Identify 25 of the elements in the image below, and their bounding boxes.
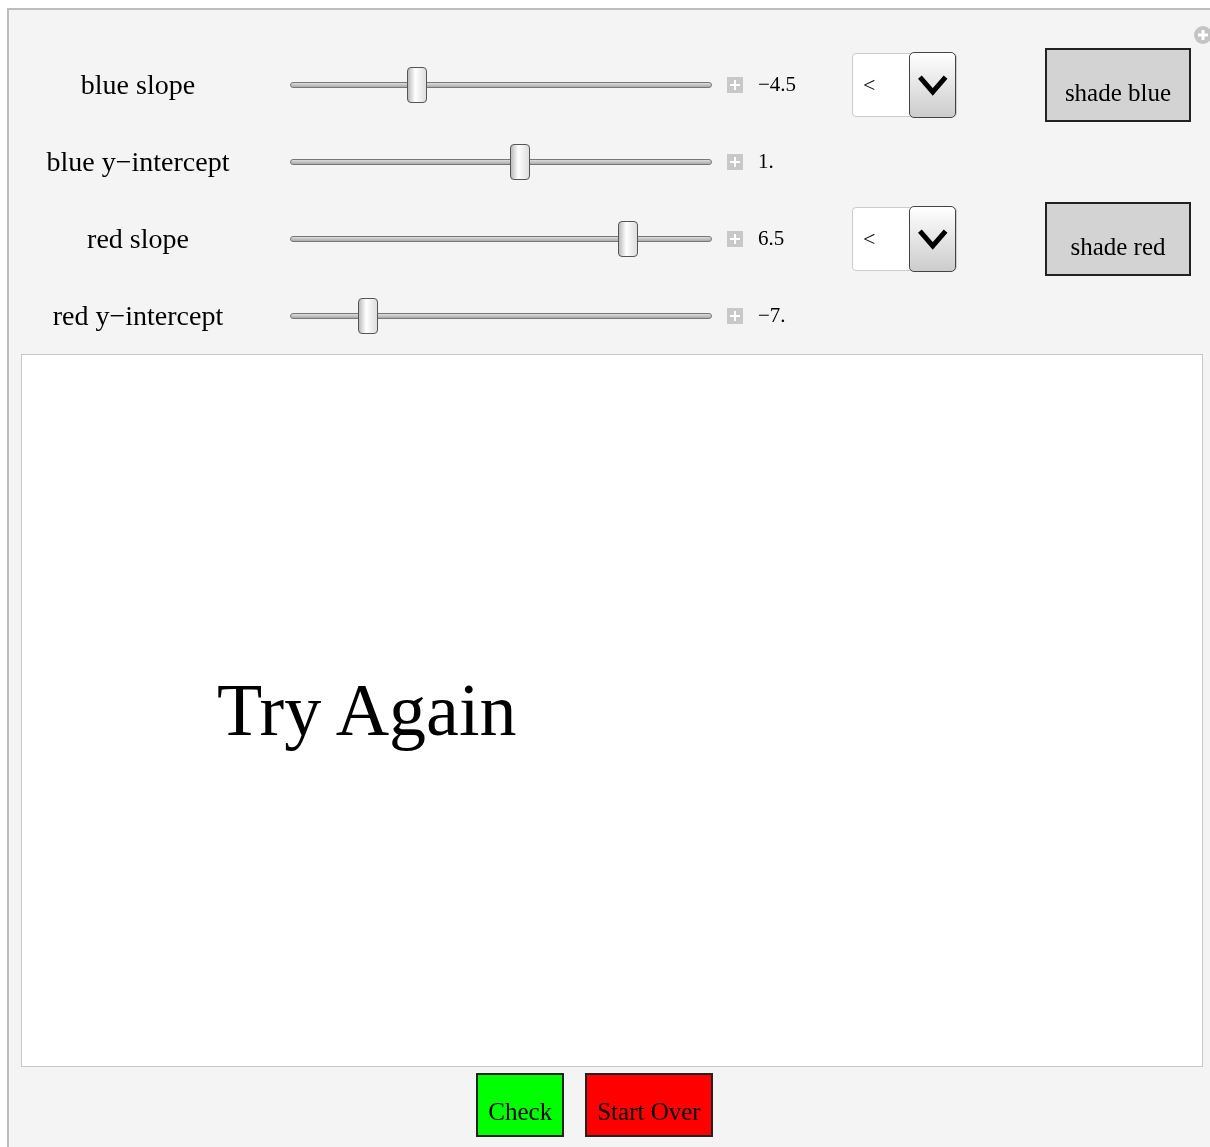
slider[interactable] bbox=[290, 220, 712, 257]
slider-label: red y−intercept bbox=[51, 299, 225, 332]
slider-label: red slope bbox=[86, 222, 190, 255]
dropdown[interactable]: < bbox=[852, 206, 957, 271]
slider[interactable] bbox=[290, 297, 712, 334]
shade-button[interactable]: shade red bbox=[1045, 201, 1191, 276]
chevron-down-icon[interactable] bbox=[908, 205, 956, 272]
slider[interactable] bbox=[290, 143, 712, 180]
action-button[interactable]: Start Over bbox=[585, 1073, 713, 1137]
slider-value: −4.5 bbox=[758, 72, 798, 97]
slider-thumb[interactable] bbox=[406, 66, 427, 103]
dropdown[interactable]: < bbox=[852, 52, 957, 117]
slider[interactable] bbox=[290, 66, 712, 103]
slider-thumb[interactable] bbox=[358, 297, 379, 334]
slider-value: 1. bbox=[758, 149, 775, 174]
action-button[interactable]: Check bbox=[476, 1073, 565, 1137]
slider-thumb[interactable] bbox=[617, 220, 638, 257]
slider-label: blue slope bbox=[79, 68, 197, 101]
slider-thumb[interactable] bbox=[510, 143, 530, 180]
slider-value: −7. bbox=[758, 303, 787, 328]
slider-label: blue y−intercept bbox=[45, 145, 231, 178]
chevron-down-icon[interactable] bbox=[908, 51, 956, 118]
shade-button[interactable]: shade blue bbox=[1045, 47, 1191, 122]
result-message: Try Again bbox=[217, 668, 517, 753]
slider-value: 6.5 bbox=[758, 226, 786, 251]
